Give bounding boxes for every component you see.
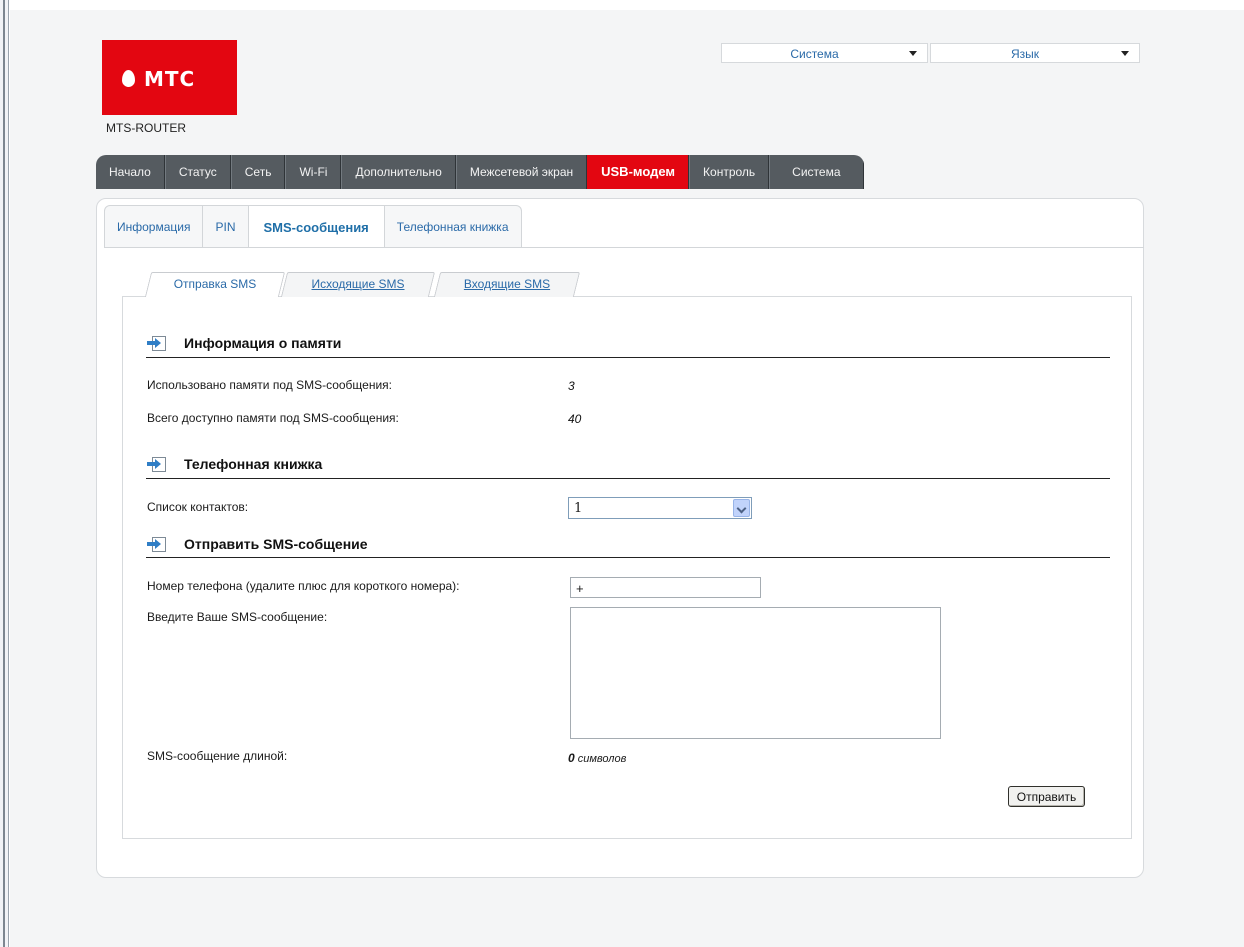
subtabs: Информация PIN SMS-сообщения Телефонная … [104,205,522,248]
chevron-down-icon [909,51,917,56]
language-dropdown[interactable]: Язык [930,43,1140,63]
message-label: Введите Ваше SMS-сообщение: [147,610,328,624]
phone-label: Номер телефона (удалите плюс для коротко… [147,579,460,593]
subtab-pin[interactable]: PIN [203,205,249,248]
memory-total-label: Всего доступно памяти под SMS-сообщения: [147,411,399,425]
chevron-down-icon [1121,51,1129,56]
tab-incoming-sms[interactable]: Входящие SMS [433,272,581,297]
subtab-divider [104,247,1144,248]
subtab-information[interactable]: Информация [104,205,204,248]
length-unit: символов [574,753,627,765]
system-dropdown[interactable]: Система [721,43,928,63]
arrow-document-icon [147,335,166,351]
send-button[interactable]: Отправить [1008,786,1085,807]
phone-number-input[interactable]: + [570,577,761,598]
arrow-document-icon [147,456,166,472]
system-dropdown-label: Система [790,47,839,61]
tab-send-sms[interactable]: Отправка SMS [144,272,286,297]
dropdown-arrow-icon[interactable] [733,499,750,517]
sms-message-textarea[interactable] [570,607,941,739]
memory-total-value: 40 [568,412,582,426]
length-value: 0 символов [568,751,626,765]
nav-item-status[interactable]: Статус [164,155,231,189]
memory-used-value: 3 [568,379,575,393]
section-phonebook-title: Телефонная книжка [147,456,322,472]
section-divider [146,557,1110,558]
nav-item-start[interactable]: Начало [96,155,165,189]
mts-logo: МТС [102,40,237,115]
router-name: MTS-ROUTER [106,121,186,135]
nav-item-advanced[interactable]: Дополнительно [341,155,456,189]
subtab-phonebook[interactable]: Телефонная книжка [384,205,522,248]
brand-text: МТС [144,67,196,91]
nav-item-control[interactable]: Контроль [689,155,770,189]
contacts-select[interactable]: 1 [568,497,752,519]
nav-item-system[interactable]: Система [769,155,864,189]
section-memory-title: Информация о памяти [147,335,341,351]
nav-item-wifi[interactable]: Wi-Fi [285,155,342,189]
top-strip [10,0,1244,10]
section-send-title: Отправить SMS-собщение [147,536,368,552]
subtab-sms[interactable]: SMS-сообщения [248,205,385,248]
mts-egg-icon [122,70,135,87]
arrow-document-icon [147,536,166,552]
memory-used-label: Использовано памяти под SMS-сообщения: [147,378,393,392]
main-navigation: Начало Статус Сеть Wi-Fi Дополнительно М… [96,155,864,189]
section-divider [146,357,1110,358]
length-label: SMS-сообщение длиной: [147,749,288,763]
nav-item-network[interactable]: Сеть [230,155,286,189]
contacts-label: Список контактов: [147,500,249,514]
language-dropdown-label: Язык [1010,47,1040,61]
window-left-border [0,0,9,947]
length-count: 0 [568,751,575,765]
nav-item-firewall[interactable]: Межсетевой экран [455,155,588,189]
tab-outgoing-sms[interactable]: Исходящие SMS [280,272,436,297]
section-divider [146,478,1110,479]
nav-item-usb-modem[interactable]: USB-модем [587,155,690,189]
